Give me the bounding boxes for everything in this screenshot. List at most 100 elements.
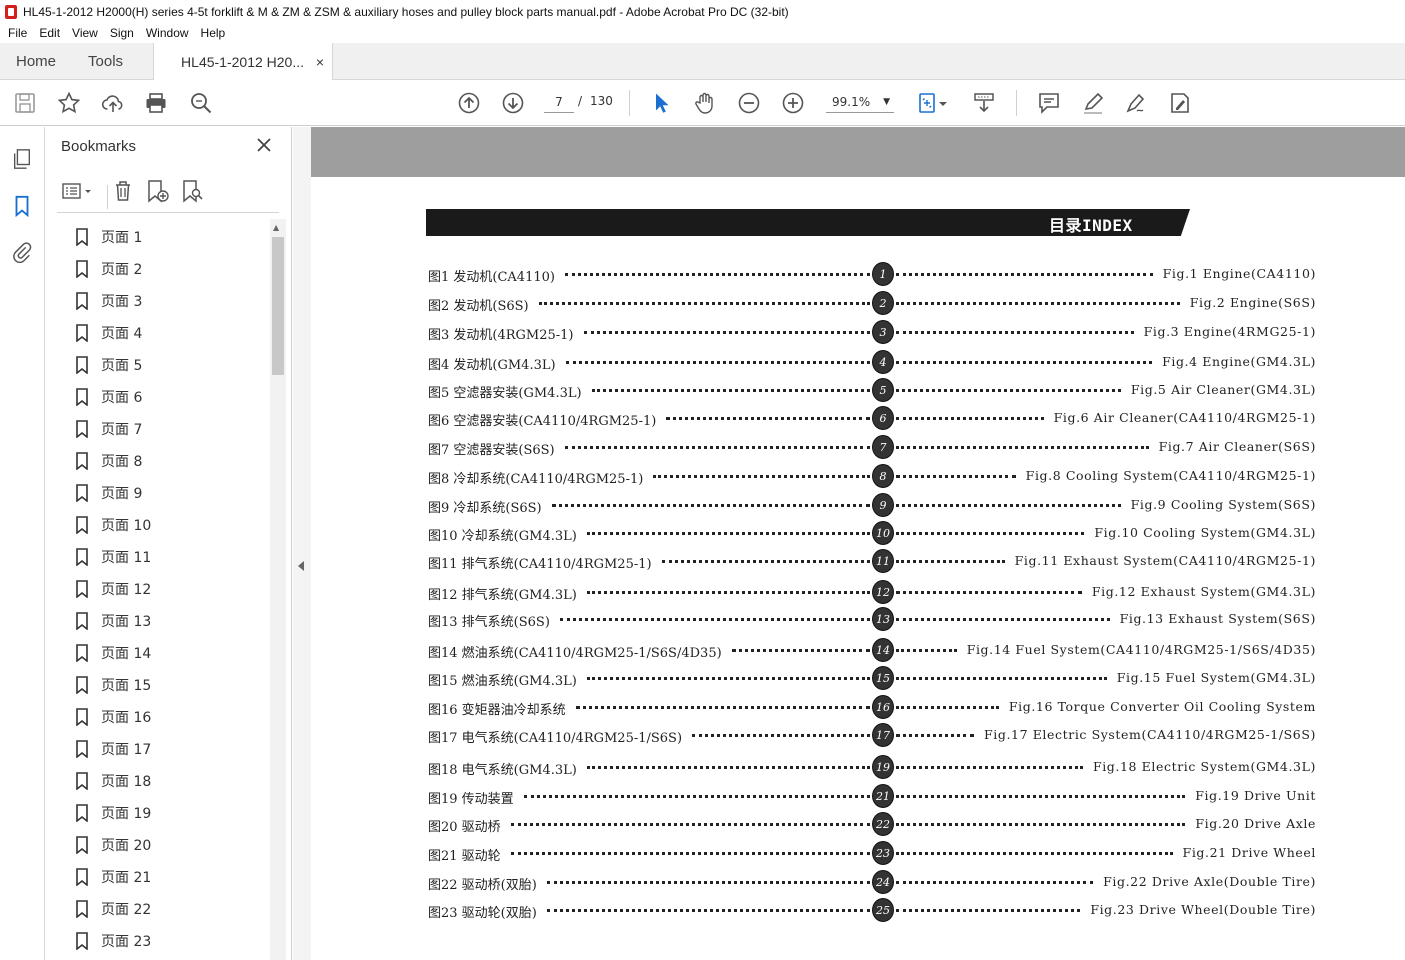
- page-number-input[interactable]: 7: [544, 91, 574, 113]
- menu-edit[interactable]: Edit: [39, 26, 60, 40]
- figure-number-badge: 6: [872, 406, 894, 430]
- previous-page-icon[interactable]: [456, 90, 482, 116]
- index-row: 图18 电气系统(GM4.3L) 19 Fig.18 Electric System…: [428, 755, 1316, 779]
- bookmark-item[interactable]: 页面 6: [75, 381, 265, 413]
- bookmark-list: 页面 1 页面 2 页面 3 页面 4 页面 5 页面 6 页面 7 页面 8 页面 9 页面 1…: [75, 221, 265, 960]
- index-english-label: Fig.17 Electric System(CA4110/4RGM25-1/S…: [983, 727, 1316, 742]
- zoom-level-dropdown[interactable]: 99.1% ▼: [826, 91, 894, 113]
- dot-leader-right: [896, 560, 1005, 563]
- search-zoom-icon[interactable]: [188, 90, 214, 116]
- scroll-up-arrow-icon[interactable]: ▲: [273, 223, 279, 232]
- tab-close-button[interactable]: ×: [316, 54, 324, 70]
- delete-bookmark-icon[interactable]: [110, 178, 136, 204]
- collapse-left-arrow-icon[interactable]: [298, 561, 304, 571]
- bookmark-ribbon-icon: [76, 292, 88, 310]
- bookmark-ribbon-icon: [76, 676, 88, 694]
- bookmark-item[interactable]: 页面 13: [75, 605, 265, 637]
- menu-file[interactable]: File: [8, 26, 27, 40]
- bookmarks-icon[interactable]: [10, 194, 34, 218]
- figure-number-badge: 15: [872, 666, 894, 690]
- bookmark-ribbon-icon: [76, 804, 88, 822]
- index-row: 图6 空滤器安装(CA4110/4RGM25-1) 6 Fig.6 Air Clea…: [428, 406, 1316, 430]
- bookmark-ribbon-icon: [76, 772, 88, 790]
- figure-number-badge: 17: [872, 723, 894, 747]
- bookmark-item[interactable]: 页面 16: [75, 701, 265, 733]
- dot-leader-left: [692, 734, 870, 737]
- title-bar: HL45-1-2012 H2000(H) series 4-5t forklif…: [0, 0, 1405, 23]
- menu-bar: File Edit View Sign Window Help: [0, 23, 1405, 43]
- bookmarks-scrollbar[interactable]: ▲: [270, 219, 286, 960]
- bookmarks-panel-title: Bookmarks: [61, 138, 137, 155]
- sign-pen-icon[interactable]: [1123, 90, 1149, 116]
- bookmark-item[interactable]: 页面 23: [75, 925, 265, 957]
- attachments-paperclip-icon[interactable]: [10, 240, 34, 264]
- new-bookmark-icon[interactable]: [144, 178, 170, 204]
- bookmark-item[interactable]: 页面 19: [75, 797, 265, 829]
- next-page-icon[interactable]: [500, 90, 526, 116]
- bookmark-item[interactable]: 页面 10: [75, 509, 265, 541]
- bookmark-item[interactable]: 页面 5: [75, 349, 265, 381]
- tab-home[interactable]: Home: [0, 43, 72, 79]
- bookmark-item[interactable]: 页面 9: [75, 477, 265, 509]
- panel-divider: [57, 212, 279, 213]
- tab-tools[interactable]: Tools: [72, 43, 139, 79]
- menu-window[interactable]: Window: [146, 26, 189, 40]
- menu-help[interactable]: Help: [201, 26, 226, 40]
- bookmark-item[interactable]: 页面 11: [75, 541, 265, 573]
- figure-number-badge: 13: [872, 607, 894, 631]
- page-thumbnails-icon[interactable]: [10, 147, 34, 171]
- bookmark-item[interactable]: 页面 17: [75, 733, 265, 765]
- bookmark-item[interactable]: 页面 15: [75, 669, 265, 701]
- star-icon[interactable]: [56, 90, 82, 116]
- bookmark-ribbon-icon: [76, 836, 88, 854]
- dot-leader-right: [896, 618, 1110, 621]
- scroll-mode-icon[interactable]: [971, 90, 997, 116]
- index-english-label: Fig.18 Electric System(GM4.3L): [1092, 759, 1316, 774]
- close-panel-icon[interactable]: [255, 136, 273, 154]
- bookmark-item[interactable]: 页面 4: [75, 317, 265, 349]
- index-chinese-label: 图20 驱动桥: [428, 820, 501, 835]
- tab-document[interactable]: HL45-1-2012 H20... ×: [153, 43, 334, 80]
- bookmark-item[interactable]: 页面 14: [75, 637, 265, 669]
- select-cursor-icon[interactable]: [648, 90, 674, 116]
- bookmark-options-icon[interactable]: [61, 178, 95, 204]
- comment-icon[interactable]: [1036, 90, 1062, 116]
- bookmark-item[interactable]: 页面 1: [75, 221, 265, 253]
- document-viewport[interactable]: 目录INDEX 图1 发动机(CA4110) 1 Fig.1 Engine(CA41…: [311, 127, 1405, 960]
- upload-cloud-icon[interactable]: [100, 90, 126, 116]
- hand-tool-icon[interactable]: [692, 90, 718, 116]
- bookmark-label: 页面 3: [101, 294, 143, 310]
- figure-number-badge: 5: [872, 378, 894, 402]
- fit-chevron-down-icon[interactable]: [936, 90, 950, 116]
- zoom-in-icon[interactable]: [780, 90, 806, 116]
- bookmark-item[interactable]: 页面 3: [75, 285, 265, 317]
- save-icon[interactable]: [12, 90, 38, 116]
- scrollbar-thumb[interactable]: [272, 237, 284, 375]
- bookmark-label: 页面 4: [101, 326, 143, 342]
- bookmark-item[interactable]: 页面 18: [75, 765, 265, 797]
- menu-view[interactable]: View: [72, 26, 98, 40]
- index-chinese-label: 图3 发动机(4RGM25-1): [428, 328, 574, 343]
- bookmark-item[interactable]: 页面 20: [75, 829, 265, 861]
- zoom-out-icon[interactable]: [736, 90, 762, 116]
- bookmark-item[interactable]: 页面 8: [75, 445, 265, 477]
- panel-collapse-handle[interactable]: [293, 127, 311, 960]
- bookmark-item[interactable]: 页面 7: [75, 413, 265, 445]
- bookmark-item[interactable]: 页面 22: [75, 893, 265, 925]
- fill-sign-icon[interactable]: [1167, 90, 1193, 116]
- index-chinese-label: 图10 冷却系统(GM4.3L): [428, 529, 577, 544]
- figure-number-badge: 1: [872, 262, 894, 286]
- bookmark-item[interactable]: 页面 21: [75, 861, 265, 893]
- index-chinese-label: 图2 发动机(S6S): [428, 299, 529, 314]
- find-bookmark-icon[interactable]: [179, 178, 205, 204]
- bookmark-label: 页面 18: [101, 774, 152, 790]
- index-row: 图2 发动机(S6S) 2 Fig.2 Engine(S6S): [428, 291, 1316, 315]
- dot-leader-right: [896, 532, 1084, 535]
- bookmark-item[interactable]: 页面 2: [75, 253, 265, 285]
- dot-leader-left: [511, 823, 870, 826]
- toolbar: 7 / 130 99.1% ▼: [0, 80, 1405, 126]
- print-icon[interactable]: [143, 90, 169, 116]
- highlight-pen-icon[interactable]: [1080, 90, 1106, 116]
- bookmark-item[interactable]: 页面 12: [75, 573, 265, 605]
- menu-sign[interactable]: Sign: [110, 26, 134, 40]
